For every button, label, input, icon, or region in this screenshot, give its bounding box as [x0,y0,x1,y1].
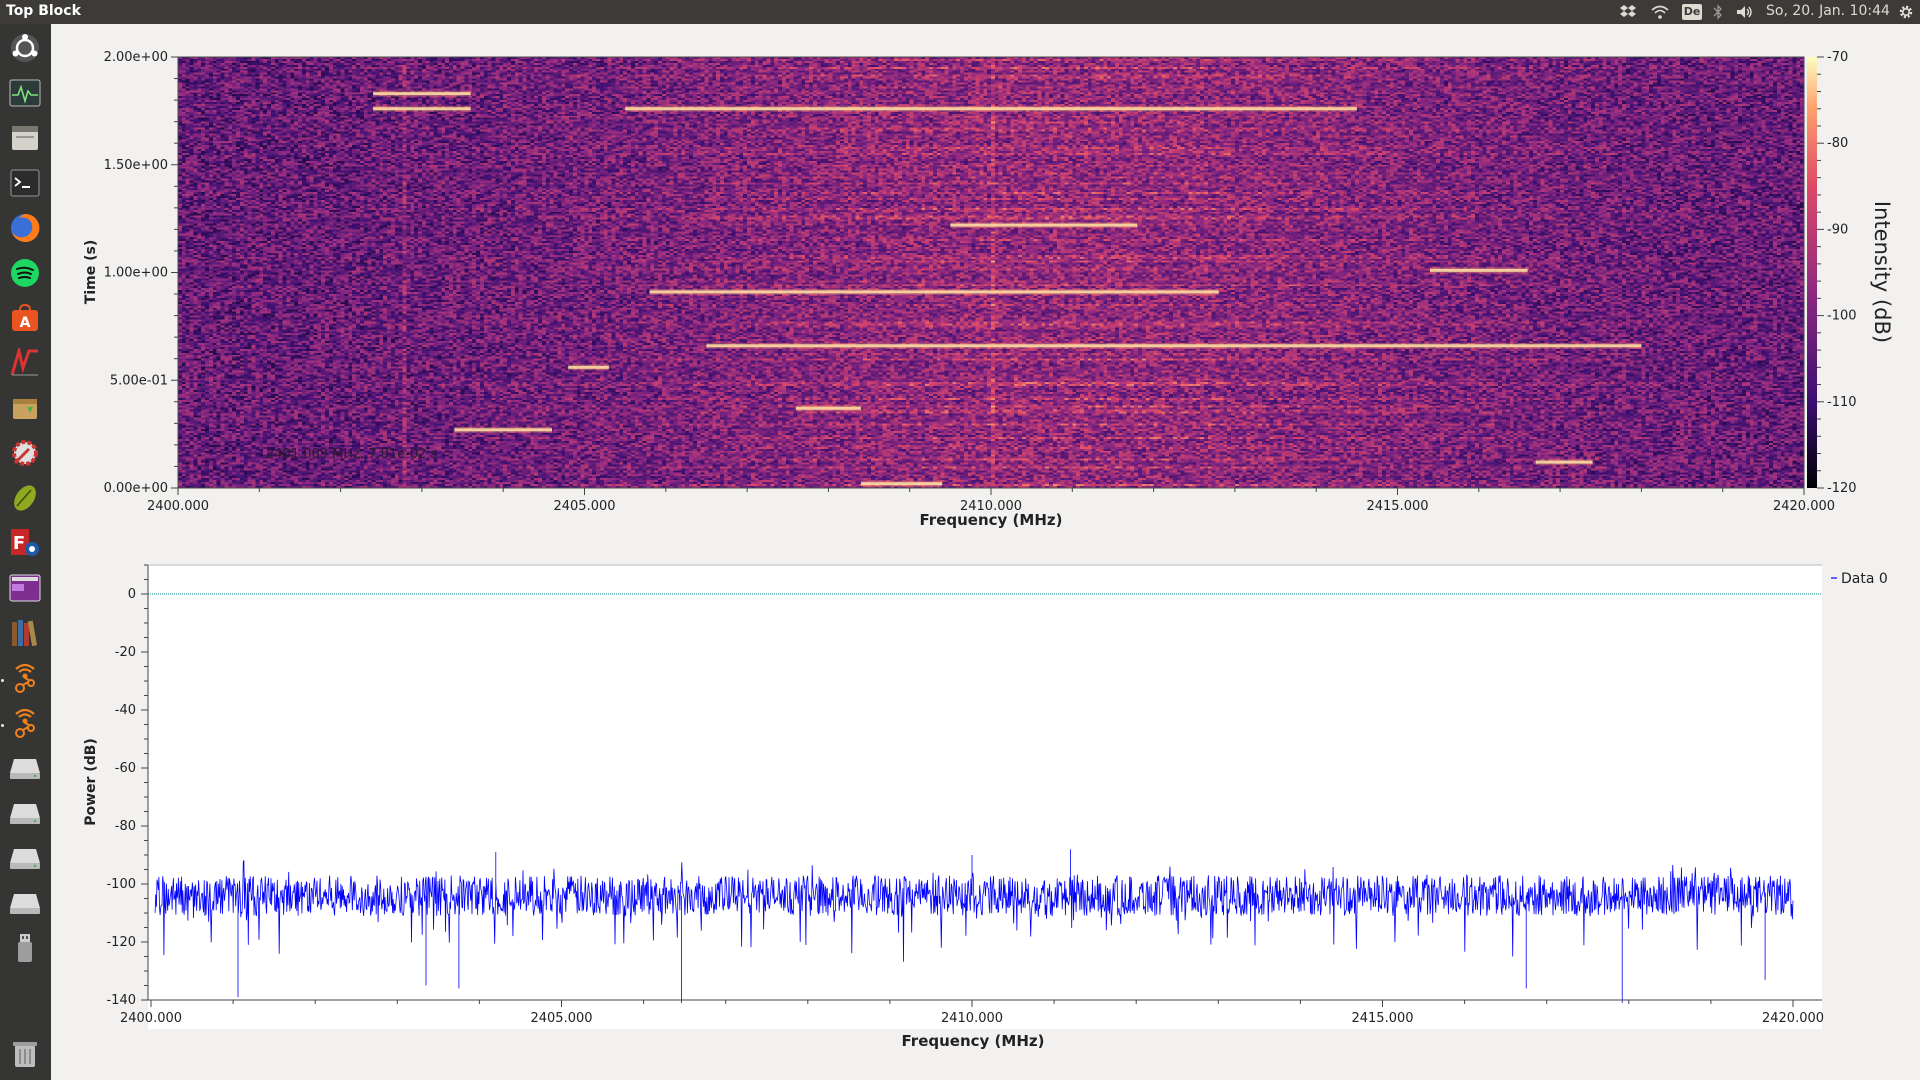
drive-icon-3[interactable] [5,838,45,878]
files-icon[interactable] [5,118,45,158]
running-indicator-2 [1,724,4,727]
y-tick-label: 1.50e+00 [104,158,168,173]
wifi-network-icon-2[interactable] [5,703,45,743]
y-tick-label: 5.00e-01 [110,373,168,388]
window-title: Top Block [6,3,81,19]
svg-text:F: F [13,533,25,554]
usb-drive-icon[interactable] [5,928,45,968]
waterfall-x-label: Frequency (MHz) [920,511,1063,529]
y-tick-label: -100 [106,877,136,892]
gnuradio-companion-icon[interactable] [5,433,45,473]
colorbar-tick-label: -70 [1827,50,1848,65]
y-tick-label: -120 [106,935,136,950]
y-tick-label: -140 [106,993,136,1008]
burst-glow-0 [373,105,471,112]
x-tick-label: 2415.000 [1366,499,1428,514]
waterfall-y-label: Time (s) [83,240,99,304]
spectrum-y-axis: 0 -20 -40 -60 -80 -100 -120 -140 [106,564,148,1008]
y-tick-label: -20 [115,645,136,660]
bluetooth-icon[interactable] [1708,0,1728,24]
colorbar-label: Intensity (dB) [1870,201,1894,343]
burst-glow-6 [1430,267,1528,274]
x-tick-label: 2400.000 [120,1011,182,1026]
colorbar-tick-label: -110 [1827,395,1857,410]
spectrum-plot-area[interactable] [148,565,1822,1029]
running-indicator [1,679,4,682]
library-icon[interactable] [5,613,45,653]
keyboard-layout-indicator[interactable]: De [1680,0,1704,24]
clock[interactable]: So, 20. Jan. 10:44 [1766,3,1890,19]
y-tick-label: 0 [128,587,136,602]
x-tick-label: 2405.000 [553,499,615,514]
burst-glow-9 [1535,459,1593,466]
colorbar-tick-label: -100 [1827,309,1857,324]
ltspice-icon[interactable] [5,343,45,383]
wifi-network-icon[interactable] [5,658,45,698]
burst-glow-3 [706,342,1642,349]
colorbar-tick-label: -80 [1827,136,1848,151]
x-tick-label: 2420.000 [1773,499,1835,514]
waterfall-plot[interactable]: 2400.000 2405.000 2410.000 2415.000 2420.000… [51,24,1920,540]
workspace-switcher-icon[interactable] [5,568,45,608]
launcher: A F [0,24,51,1080]
colorbar-axis: -70 -80 -90 -100 -110 -120 [1817,50,1857,496]
spectrum-plot[interactable]: 2400.000 2405.000 2410.000 2415.000 2420.000… [51,540,1920,1080]
legend-label: Data 0 [1841,571,1888,587]
x-tick-label: 2420.000 [1762,1011,1824,1026]
x-tick-label: 2405.000 [530,1011,592,1026]
y-tick-label: 0.00e+00 [104,481,168,496]
colorbar-tick-label: -90 [1827,222,1848,237]
burst-glow-2 [625,105,1357,112]
volume-icon[interactable] [1732,0,1758,24]
y-tick-label: -80 [115,819,136,834]
top-panel: Top Block De So, 20. Jan. 10:44 [0,0,1920,24]
terminal-icon[interactable] [5,163,45,203]
y-tick-label: 2.00e+00 [104,50,168,65]
burst-glow-4 [454,426,552,433]
spectrum-y-label: Power (dB) [83,738,99,826]
burst-glow-10 [860,480,943,487]
colorbar [1807,57,1817,488]
system-monitor-icon[interactable] [5,73,45,113]
x-tick-label: 2410.000 [941,1011,1003,1026]
waterfall-plot-area[interactable] [178,57,1804,488]
burst-glow-7 [795,405,861,412]
burst-glow-8 [568,364,609,371]
software-center-icon[interactable]: A [5,298,45,338]
svg-text:A: A [20,315,31,331]
drive-icon-4[interactable] [5,883,45,923]
y-tick-label: -40 [115,703,136,718]
archive-manager-icon[interactable] [5,388,45,428]
x-tick-label: 2400.000 [147,499,209,514]
x-tick-label: 2415.000 [1351,1011,1413,1026]
trash-icon[interactable] [5,1034,45,1074]
firefox-icon[interactable] [5,208,45,248]
fritzing-icon[interactable]: F [5,523,45,563]
burst-glow-5 [950,222,1138,229]
gear-icon[interactable] [1894,0,1918,24]
spectrum-x-label: Frequency (MHz) [902,1032,1045,1050]
colorbar-tick-label: -120 [1827,481,1857,496]
waterfall-y-axis: 0.00e+00 5.00e-01 1.00e+00 1.50e+00 2.00e+00 [104,50,178,496]
dropbox-icon[interactable] [1616,0,1640,24]
ubuntu-search-icon[interactable] [5,28,45,68]
wifi-icon[interactable] [1648,0,1672,24]
drive-icon-2[interactable] [5,793,45,833]
y-tick-label: 1.00e+00 [104,266,168,281]
inkscape-icon[interactable] [5,478,45,518]
cursor-readout: 2401.009 MHz, 7.91e-02 s [266,447,438,462]
legend[interactable]: Data 0 [1831,571,1888,587]
y-tick-label: -60 [115,761,136,776]
spotify-icon[interactable] [5,253,45,293]
burst-glow-1 [373,90,471,97]
burst-glow-11 [649,288,1219,295]
drive-icon-1[interactable] [5,748,45,788]
